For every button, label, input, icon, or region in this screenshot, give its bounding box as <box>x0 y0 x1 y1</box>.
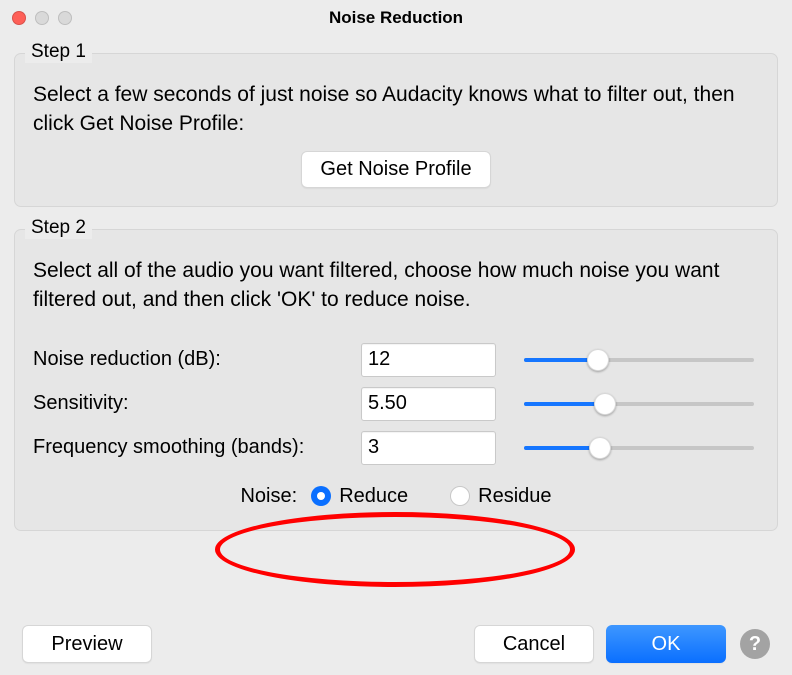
reduction-input[interactable] <box>361 343 496 377</box>
sensitivity-input[interactable] <box>361 387 496 421</box>
radio-checked-icon <box>311 486 331 506</box>
step2-label: Step 2 <box>25 217 92 239</box>
noise-reduce-radio[interactable]: Reduce <box>311 485 408 508</box>
step1-text: Select a few seconds of just noise so Au… <box>33 80 759 139</box>
radio-unchecked-icon <box>450 486 470 506</box>
reduction-label: Noise reduction (dB): <box>33 348 353 371</box>
noise-residue-radio[interactable]: Residue <box>450 485 551 508</box>
param-row-sensitivity: Sensitivity: <box>33 387 759 421</box>
noise-radio-row: Noise: Reduce Residue <box>31 485 761 508</box>
help-button[interactable]: ? <box>740 629 770 659</box>
step1-label: Step 1 <box>25 41 92 63</box>
help-icon: ? <box>749 633 761 656</box>
smoothing-label: Frequency smoothing (bands): <box>33 436 353 459</box>
param-row-reduction: Noise reduction (dB): <box>33 343 759 377</box>
step1-panel: Step 1 Select a few seconds of just nois… <box>14 53 778 207</box>
noise-label: Noise: <box>240 485 297 508</box>
smoothing-input[interactable] <box>361 431 496 465</box>
titlebar: Noise Reduction <box>0 0 792 35</box>
noise-residue-label: Residue <box>478 485 551 508</box>
cancel-button[interactable]: Cancel <box>474 625 594 663</box>
preview-button[interactable]: Preview <box>22 625 152 663</box>
ok-button[interactable]: OK <box>606 625 726 663</box>
smoothing-slider[interactable] <box>524 438 754 458</box>
step2-panel: Step 2 Select all of the audio you want … <box>14 229 778 531</box>
reduction-slider[interactable] <box>524 350 754 370</box>
sensitivity-slider[interactable] <box>524 394 754 414</box>
get-noise-profile-button[interactable]: Get Noise Profile <box>301 151 490 188</box>
step2-text: Select all of the audio you want filtere… <box>33 256 759 315</box>
window-title: Noise Reduction <box>0 8 792 28</box>
bottom-button-row: Preview Cancel OK ? <box>0 625 792 663</box>
param-row-smoothing: Frequency smoothing (bands): <box>33 431 759 465</box>
sensitivity-label: Sensitivity: <box>33 392 353 415</box>
noise-reduce-label: Reduce <box>339 485 408 508</box>
